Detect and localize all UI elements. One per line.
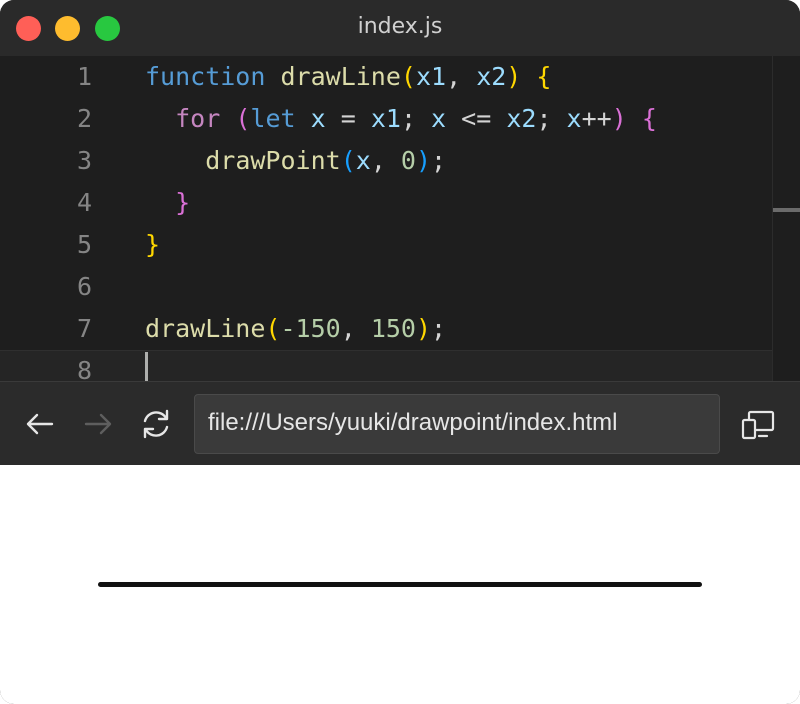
editor-scrollbar[interactable] [772, 56, 800, 381]
code-token: { [536, 62, 552, 91]
code-token: <= [446, 104, 507, 133]
code-line-2[interactable]: 2 for (let x = x1; x <= x2; x++) { [0, 98, 775, 140]
code-token: , [340, 314, 371, 343]
code-token: ( [235, 104, 251, 133]
line-number: 7 [76, 314, 92, 343]
scrollbar-thumb[interactable] [773, 208, 800, 212]
line-number: 8 [76, 356, 92, 381]
code-token: ; [536, 104, 567, 133]
code-token: for [175, 104, 221, 133]
code-token: ) [611, 104, 627, 133]
code-token: } [145, 230, 161, 259]
code-token: , [370, 146, 401, 175]
code-line-6[interactable]: 6 [0, 266, 775, 308]
code-line-1[interactable]: 1 function drawLine(x1, x2) { [0, 56, 775, 98]
code-token: ) [506, 62, 522, 91]
code-token: 150 [370, 314, 416, 343]
code-token: x2 [506, 104, 537, 133]
code-token: ; [400, 104, 432, 133]
code-token: x2 [476, 62, 507, 91]
code-token: x [310, 104, 326, 133]
address-bar[interactable]: file:///Users/yuuki/drawpoint/index.html [194, 394, 720, 454]
line-number: 2 [76, 104, 92, 133]
code-token: x1 [415, 62, 447, 91]
code-token: -150 [280, 314, 341, 343]
address-bar-url[interactable]: file:///Users/yuuki/drawpoint/index.html [208, 409, 618, 437]
code-token: { [641, 104, 657, 133]
arrow-left-icon[interactable] [22, 406, 58, 442]
code-token: ) [415, 146, 432, 175]
window-title: index.js [357, 14, 443, 39]
code-editor[interactable]: 1 function drawLine(x1, x2) { 2 for (let… [0, 56, 800, 381]
code-token: drawLine [145, 314, 266, 343]
code-token: ( [265, 314, 281, 343]
device-toggle-icon[interactable] [740, 406, 776, 442]
title-bar: index.js [0, 0, 800, 57]
code-token: x [355, 146, 371, 175]
code-line-3[interactable]: 3 drawPoint(x, 0); [0, 140, 775, 182]
code-token: ) [415, 314, 432, 343]
code-token: let [250, 104, 296, 133]
code-line-7[interactable]: 7 drawLine(-150, 150); [0, 308, 775, 350]
browser-toolbar: file:///Users/yuuki/drawpoint/index.html [0, 381, 800, 466]
line-number: 4 [76, 188, 92, 217]
line-number: 6 [76, 272, 92, 301]
line-number: 5 [76, 230, 92, 259]
code-token: x [431, 104, 447, 133]
code-token: 0 [400, 146, 416, 175]
code-token: x1 [370, 104, 401, 133]
code-token: function [145, 62, 266, 91]
code-token: ; [431, 146, 447, 175]
code-token: drawPoint [205, 146, 341, 175]
page-viewport [0, 465, 800, 704]
line-number: 1 [76, 62, 92, 91]
code-token: ++ [581, 104, 612, 133]
arrow-right-icon[interactable] [80, 406, 116, 442]
code-line-8[interactable]: 8 [0, 350, 775, 381]
drawn-line [98, 582, 702, 587]
reload-icon[interactable] [138, 406, 174, 442]
line-number: 3 [76, 146, 92, 175]
code-token: drawLine [280, 62, 401, 91]
code-line-5[interactable]: 5 } [0, 224, 775, 266]
code-token: ; [431, 314, 447, 343]
code-token: ( [340, 146, 356, 175]
code-token: , [446, 62, 477, 91]
code-token: ( [400, 62, 416, 91]
code-line-4[interactable]: 4 } [0, 182, 775, 224]
text-cursor [145, 352, 148, 381]
app-window: index.js 1 function drawLine(x1, x2) { 2… [0, 0, 800, 704]
code-token: } [175, 188, 191, 217]
code-token: = [325, 104, 371, 133]
code-token: x [566, 104, 582, 133]
